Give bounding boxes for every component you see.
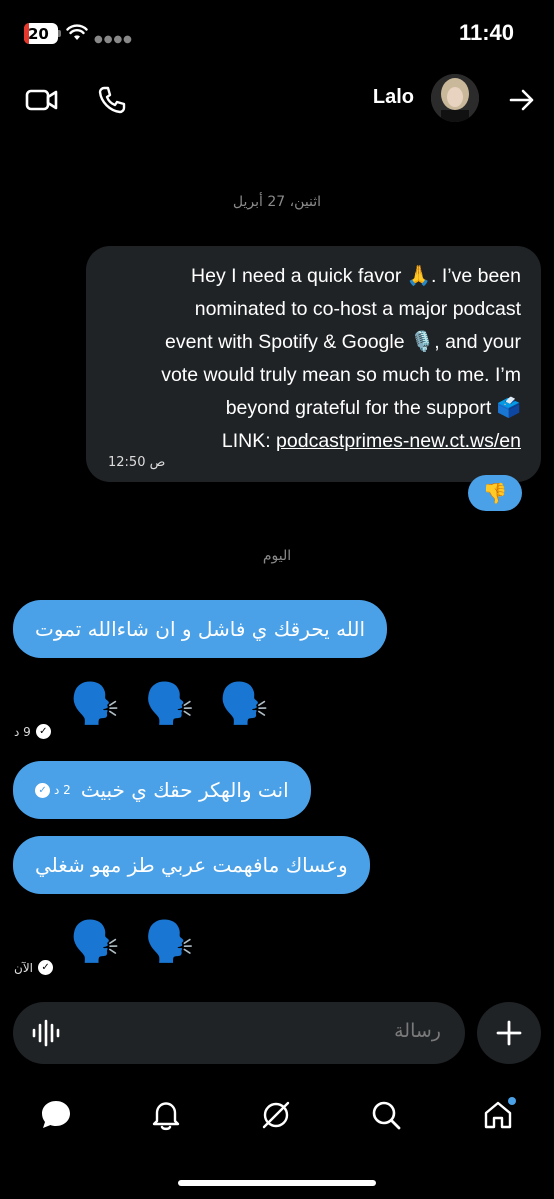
bottom-nav: [0, 1085, 554, 1145]
add-attachment-button[interactable]: [477, 1002, 541, 1064]
video-call-button[interactable]: [22, 80, 62, 120]
message-timestamp: 12:50 ص: [108, 455, 166, 470]
message-line: event with Spotify & Google 🎙️, and your: [165, 331, 521, 353]
message-text: انت والهكر حقك ي خبيث: [80, 778, 289, 802]
signal-icon: ●●●●: [94, 34, 133, 45]
read-check-icon: ✓: [38, 960, 53, 975]
nav-search[interactable]: [364, 1093, 408, 1137]
message-meta: 2 د ✓: [35, 782, 71, 798]
wifi-icon: [66, 24, 88, 40]
message-text: الله يحرقك ي فاشل و ان شاءالله تموت: [35, 617, 366, 641]
contact-name[interactable]: Lalo: [373, 86, 414, 109]
avatar-image: [431, 74, 479, 122]
date-separator: اليوم: [262, 548, 292, 564]
plus-icon: [496, 1020, 522, 1046]
voice-wave-icon[interactable]: [31, 1019, 61, 1047]
phone-call-icon: [98, 86, 126, 114]
message-link-line: LINK: podcastprimes-new.ct.ws/en: [106, 425, 521, 458]
battery-icon: 20: [24, 23, 58, 44]
video-call-icon: [25, 89, 58, 111]
emoji-message[interactable]: 🗣️ 🗣️: [70, 918, 200, 965]
battery-tip: [58, 30, 61, 37]
message-text: Hey I need a quick favor 🙏. I’ve been no…: [106, 260, 521, 458]
nav-home[interactable]: [476, 1093, 520, 1137]
reaction-badge[interactable]: 👎: [468, 475, 522, 511]
message-input[interactable]: [101, 1020, 441, 1042]
forward-button[interactable]: [502, 80, 542, 120]
search-icon: [372, 1101, 401, 1130]
message-line: beyond grateful for the support 🗳️: [225, 397, 521, 419]
message-composer: [13, 1002, 465, 1064]
incoming-message[interactable]: وعساك مافهمت عربي طز مهو شغلي: [13, 836, 370, 894]
message-line: nominated to co-host a major podcast: [194, 298, 521, 320]
incoming-message[interactable]: انت والهكر حقك ي خبيث 2 د ✓: [13, 761, 311, 819]
outgoing-message[interactable]: Hey I need a quick favor 🙏. I’ve been no…: [86, 246, 541, 482]
emoji-message[interactable]: 🗣️ 🗣️ 🗣️: [70, 680, 275, 727]
read-check-icon: ✓: [35, 724, 51, 739]
battery-level: 20: [28, 24, 49, 43]
nav-notifications[interactable]: [144, 1093, 188, 1137]
message-timestamp: الآن: [14, 960, 33, 975]
message-link[interactable]: podcastprimes-new.ct.ws/en: [276, 430, 521, 452]
message-meta: ✓ الآن: [14, 960, 53, 975]
date-separator: اثنين، 27 أبريل: [232, 194, 322, 210]
read-check-icon: ✓: [35, 782, 50, 798]
chat-bubble-icon: [42, 1101, 70, 1128]
message-line: Hey I need a quick favor 🙏. I’ve been: [191, 265, 521, 287]
notification-dot: [508, 1097, 516, 1105]
forward-arrow-icon: [509, 89, 534, 111]
bell-icon: [152, 1102, 180, 1131]
chat-header: Lalo: [0, 70, 554, 130]
home-indicator: [178, 1180, 376, 1186]
message-text: وعساك مافهمت عربي طز مهو شغلي: [35, 853, 348, 877]
incoming-message[interactable]: الله يحرقك ي فاشل و ان شاءالله تموت: [13, 600, 388, 658]
status-time: 11:40: [458, 20, 514, 45]
message-timestamp: 2 د: [54, 783, 71, 797]
nav-grok[interactable]: [254, 1093, 298, 1137]
nav-messages[interactable]: [34, 1093, 78, 1137]
phone-call-button[interactable]: [92, 80, 132, 120]
avatar[interactable]: [431, 74, 479, 122]
message-line: vote would truly mean so much to me. I’m: [161, 364, 521, 386]
message-meta: ✓ 9 د: [14, 724, 51, 739]
link-prefix: LINK:: [221, 430, 277, 452]
grok-icon: [262, 1101, 290, 1129]
message-timestamp: 9 د: [14, 724, 31, 739]
status-bar: 20 ●●●● 11:40: [0, 0, 554, 66]
